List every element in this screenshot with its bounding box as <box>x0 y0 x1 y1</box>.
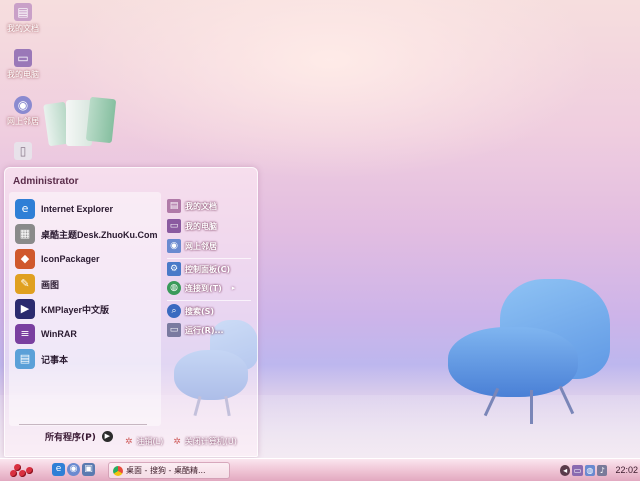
shutdown-icon: ✲ <box>173 436 181 447</box>
documents-icon: ▤ <box>167 199 181 213</box>
place-label: 控制面板(C) <box>185 264 231 274</box>
quicklaunch-ie-icon[interactable]: e <box>52 463 65 476</box>
arrow-right-icon: ▶ <box>101 431 113 442</box>
wallpaper-chair-large <box>440 275 620 425</box>
start-menu: Administrator e Internet Explorer ▦ 桌酷主题… <box>4 167 258 457</box>
program-kmplayer[interactable]: ▶ KMPlayer中文版 <box>15 298 109 320</box>
computer-icon: ▭ <box>14 49 32 67</box>
program-label: Internet Explorer <box>41 204 114 214</box>
places-divider <box>167 258 251 259</box>
start-button[interactable] <box>6 461 36 479</box>
shutdown-label: 关闭计算机(U) <box>184 437 237 446</box>
place-my-computer[interactable]: ▭ 我的电脑 <box>167 218 217 234</box>
taskbar: e ◉ ▣ 桌面 - 搜狗 - 桌酷精... ◂ ▭ ◍ ♪ 22:02 <box>0 458 640 481</box>
place-my-documents[interactable]: ▤ 我的文档 <box>167 198 217 214</box>
shutdown-button[interactable]: ✲ 关闭计算机(U) <box>173 436 237 447</box>
lamp-shade <box>85 96 117 144</box>
folder-icon: ▤ <box>14 3 32 21</box>
start-menu-user-name: Administrator <box>13 176 79 187</box>
logoff-button[interactable]: ✲ 注销(L) <box>125 436 163 447</box>
notepad-icon: ▤ <box>15 349 35 369</box>
program-iconpackager[interactable]: ◆ IconPackager <box>15 248 100 270</box>
taskbar-window-label: 桌面 - 搜狗 - 桌酷精... <box>126 466 206 475</box>
tray-volume-icon[interactable]: ♪ <box>597 464 608 476</box>
cherry-icon <box>19 470 26 477</box>
quicklaunch-desktop-icon[interactable]: ▣ <box>82 463 95 476</box>
all-programs-button[interactable]: 所有程序(P) ▶ <box>45 430 113 443</box>
desktop-icon-my-computer[interactable]: ▭ 我的电脑 <box>1 49 45 80</box>
control-panel-icon: ⚙ <box>167 262 181 276</box>
network-icon: ◉ <box>167 239 181 253</box>
paint-icon: ✎ <box>15 274 35 294</box>
place-control-panel[interactable]: ⚙ 控制面板(C) <box>167 261 230 277</box>
places-divider <box>167 300 251 301</box>
kmplayer-icon: ▶ <box>15 299 35 319</box>
tray-network-icon[interactable]: ◍ <box>584 464 596 476</box>
all-programs-label: 所有程序(P) <box>45 433 96 443</box>
winrar-icon: ≡ <box>15 324 35 344</box>
program-paint[interactable]: ✎ 画图 <box>15 273 59 295</box>
program-zhuoku-theme[interactable]: ▦ 桌酷主题Desk.ZhuoKu.Com <box>15 223 158 245</box>
browser-icon <box>113 465 123 476</box>
internet-explorer-icon: e <box>15 199 35 219</box>
all-programs-divider <box>19 424 147 425</box>
program-winrar[interactable]: ≡ WinRAR <box>15 323 77 345</box>
place-run[interactable]: ▭ 运行(R)... <box>167 322 224 338</box>
pinned-programs-pane: e Internet Explorer ▦ 桌酷主题Desk.ZhuoKu.Co… <box>9 192 161 443</box>
place-label: 连接到(T) <box>185 283 222 293</box>
place-label: 我的电脑 <box>185 221 217 231</box>
network-icon: ◉ <box>14 96 32 114</box>
connect-to-icon: ◍ <box>167 281 181 295</box>
desktop-icon-network[interactable]: ◉ 网上邻居 <box>1 96 45 127</box>
program-label: IconPackager <box>41 254 100 264</box>
cherry-icon <box>10 470 17 477</box>
search-icon: ⌕ <box>167 304 181 318</box>
logoff-label: 注销(L) <box>136 437 164 446</box>
program-label: 桌酷主题Desk.ZhuoKu.Com <box>41 229 158 240</box>
start-menu-footer: ✲ 注销(L) ✲ 关闭计算机(U) <box>125 436 247 447</box>
desktop-icon-label: 网上邻居 <box>7 117 39 126</box>
desktop-icon-label: 我的电脑 <box>7 70 39 79</box>
program-label: KMPlayer中文版 <box>41 304 110 315</box>
tray-back-icon[interactable]: ◂ <box>560 464 571 476</box>
desktop-icon-my-documents[interactable]: ▤ 我的文档 <box>1 3 45 34</box>
place-label: 网上邻居 <box>185 241 217 251</box>
system-tray: ◂ ▭ ◍ ♪ 22:02 <box>560 461 638 479</box>
computer-icon: ▭ <box>167 219 181 233</box>
program-label: WinRAR <box>41 329 77 339</box>
zhuoku-theme-icon: ▦ <box>15 224 35 244</box>
run-icon: ▭ <box>167 323 181 337</box>
logoff-icon: ✲ <box>125 436 133 447</box>
recycle-bin-icon: ▯ <box>14 142 32 160</box>
clock[interactable]: 22:02 <box>615 465 638 475</box>
taskbar-window-button[interactable]: 桌面 - 搜狗 - 桌酷精... <box>108 462 230 479</box>
place-search[interactable]: ⌕ 搜索(S) <box>167 303 214 319</box>
program-label: 画图 <box>41 279 60 290</box>
program-notepad[interactable]: ▤ 记事本 <box>15 348 68 370</box>
place-label: 我的文档 <box>185 201 217 211</box>
submenu-arrow-icon: ▸ <box>231 284 236 292</box>
desktop-icon-label: 我的文档 <box>7 24 39 33</box>
iconpackager-icon: ◆ <box>15 249 35 269</box>
place-label: 运行(R)... <box>185 325 224 335</box>
place-connect-to[interactable]: ◍ 连接到(T) ▸ <box>167 280 235 296</box>
cherry-icon <box>26 467 33 474</box>
program-internet-explorer[interactable]: e Internet Explorer <box>15 198 113 220</box>
place-label: 搜索(S) <box>185 306 215 316</box>
place-network[interactable]: ◉ 网上邻居 <box>167 238 217 254</box>
desktop-icon-recycle-bin[interactable]: ▯ <box>1 142 45 160</box>
program-label: 记事本 <box>41 354 69 365</box>
tray-monitor-icon[interactable]: ▭ <box>572 464 583 476</box>
quicklaunch-media-icon[interactable]: ◉ <box>67 463 80 476</box>
